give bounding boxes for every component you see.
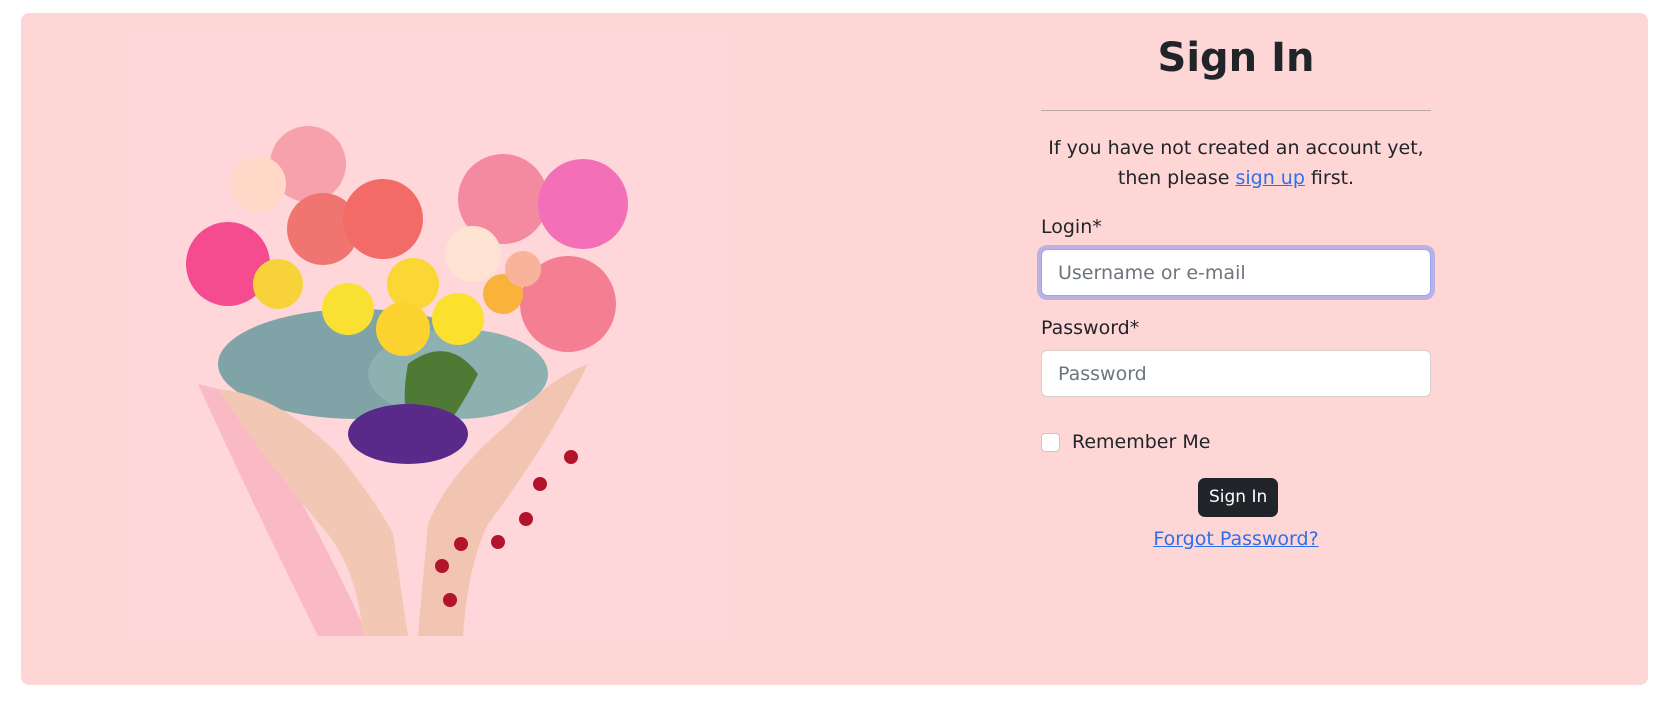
password-input[interactable]	[1041, 350, 1431, 397]
forgot-password-row: Forgot Password?	[1041, 528, 1431, 550]
flower-heart-photo	[128, 34, 730, 636]
intro-after: first.	[1304, 167, 1355, 189]
title-divider	[1041, 110, 1431, 111]
remember-me-label: Remember Me	[1072, 431, 1211, 453]
intro-line-1: If you have not created an account yet,	[1048, 137, 1424, 159]
intro-then: then please	[1117, 167, 1236, 189]
signup-prompt: If you have not created an account yet, …	[1041, 133, 1431, 193]
password-label: Password*	[1041, 317, 1140, 339]
login-label: Login*	[1041, 216, 1102, 238]
signin-card: Sign In If you have not created an accou…	[21, 13, 1648, 685]
forgot-password-link[interactable]: Forgot Password?	[1153, 528, 1318, 550]
flower-heart-illustration	[128, 34, 730, 636]
remember-me-row: Remember Me	[1041, 431, 1210, 453]
login-input[interactable]	[1041, 249, 1431, 296]
page-title: Sign In	[1157, 35, 1315, 81]
sign-in-button[interactable]: Sign In	[1198, 478, 1279, 517]
remember-me-checkbox[interactable]	[1041, 432, 1060, 452]
signup-link[interactable]: sign up	[1235, 167, 1304, 189]
